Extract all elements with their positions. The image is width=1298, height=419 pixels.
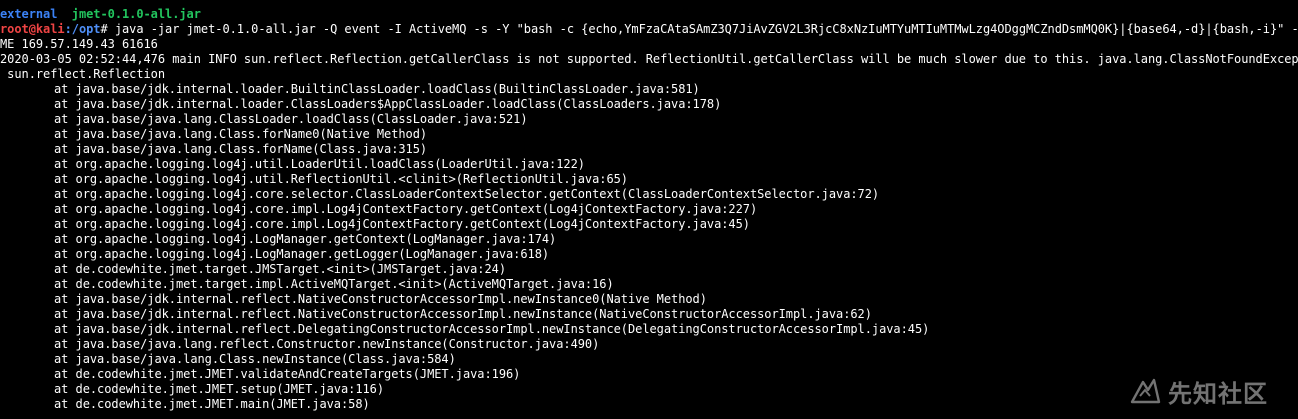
stack-frame-line: at java.base/java.lang.Class.newInstance…	[0, 352, 1298, 367]
command-text-wrap: ME 169.57.149.43 61616	[0, 37, 158, 51]
prompt-path: /opt	[71, 22, 101, 36]
stack-frame-line: at de.codewhite.jmet.target.JMSTarget.<i…	[0, 262, 1298, 277]
stack-frame-text: at java.base/java.lang.ClassLoader.loadC…	[54, 112, 528, 126]
jar-file-entry: jmet-0.1.0-all.jar	[71, 7, 201, 21]
stack-frame-text: at java.base/java.lang.reflect.Construct…	[54, 337, 600, 351]
watermark-text: 先知社区	[1168, 379, 1268, 408]
stack-frame-line: at java.base/java.lang.Class.forName0(Na…	[0, 127, 1298, 142]
stack-frame-line: at org.apache.logging.log4j.util.LoaderU…	[0, 157, 1298, 172]
watermark: 先知社区	[1128, 371, 1278, 411]
stack-frame-line: at java.base/java.lang.ClassLoader.loadC…	[0, 112, 1298, 127]
stack-frame-text: at org.apache.logging.log4j.util.LoaderU…	[54, 157, 585, 171]
stack-frame-text: at java.base/java.lang.Class.newInstance…	[54, 352, 456, 366]
command-text: java -jar jmet-0.1.0-all.jar -Q event -I…	[107, 22, 1298, 36]
stack-frame-line: at de.codewhite.jmet.JMET.validateAndCre…	[0, 367, 1298, 382]
stack-frame-text: at org.apache.logging.log4j.LogManager.g…	[54, 247, 550, 261]
stack-frame-text: at java.base/jdk.internal.reflect.Native…	[54, 307, 872, 321]
prompt-symbol: #	[100, 22, 108, 36]
stack-frame-line: at org.apache.logging.log4j.util.Reflect…	[0, 172, 1298, 187]
stack-frame-line: at java.base/jdk.internal.loader.ClassLo…	[0, 97, 1298, 112]
stack-frame-line: at de.codewhite.jmet.JMET.setup(JMET.jav…	[0, 382, 1298, 397]
stack-frame-text: at org.apache.logging.log4j.util.Reflect…	[54, 172, 628, 186]
stack-frame-text: at java.base/jdk.internal.reflect.Native…	[54, 292, 707, 306]
stack-frame-line: at de.codewhite.jmet.target.impl.ActiveM…	[0, 277, 1298, 292]
stack-frame-line: at org.apache.logging.log4j.LogManager.g…	[0, 232, 1298, 247]
stack-frame-text: at de.codewhite.jmet.JMET.main(JMET.java…	[54, 397, 370, 411]
stack-frame-text: at java.base/java.lang.Class.forName(Cla…	[54, 142, 428, 156]
stack-frame-text: at org.apache.logging.log4j.core.impl.Lo…	[54, 202, 758, 216]
stack-frame-line: at java.base/jdk.internal.loader.Builtin…	[0, 82, 1298, 97]
log-header-wrap-text: sun.reflect.Reflection	[0, 67, 166, 81]
prompt-user-host: root@kali	[0, 22, 65, 36]
log-header-wrap-line: sun.reflect.Reflection	[0, 67, 1298, 82]
prompt-separator: :	[64, 22, 72, 36]
stack-frame-text: at de.codewhite.jmet.JMET.setup(JMET.jav…	[54, 382, 385, 396]
stack-frame-text: at java.base/java.lang.Class.forName0(Na…	[54, 127, 428, 141]
stack-frame-text: at de.codewhite.jmet.target.JMSTarget.<i…	[54, 262, 507, 276]
stack-trace: at java.base/jdk.internal.loader.Builtin…	[0, 82, 1298, 412]
stack-frame-line: at java.base/java.lang.reflect.Construct…	[0, 337, 1298, 352]
stack-frame-text: at org.apache.logging.log4j.core.selecto…	[54, 187, 880, 201]
stack-frame-text: at org.apache.logging.log4j.core.impl.Lo…	[54, 217, 750, 231]
stack-frame-text: at java.base/jdk.internal.loader.Builtin…	[54, 82, 700, 96]
terminal-output: external jmet-0.1.0-all.jar root@kali:/o…	[0, 0, 1298, 419]
stack-frame-text: at de.codewhite.jmet.JMET.validateAndCre…	[54, 367, 521, 381]
log-header-line: 2020-03-05 02:52:44,476 main INFO sun.re…	[0, 52, 1298, 67]
stack-frame-line: at java.base/java.lang.Class.forName(Cla…	[0, 142, 1298, 157]
stack-frame-line: at org.apache.logging.log4j.core.impl.Lo…	[0, 202, 1298, 217]
stack-frame-text: at de.codewhite.jmet.target.impl.ActiveM…	[54, 277, 614, 291]
stack-frame-line: at java.base/jdk.internal.reflect.Delega…	[0, 322, 1298, 337]
stack-frame-line: at org.apache.logging.log4j.LogManager.g…	[0, 247, 1298, 262]
command-line: root@kali:/opt# java -jar jmet-0.1.0-all…	[0, 22, 1298, 37]
stack-frame-line: at de.codewhite.jmet.JMET.main(JMET.java…	[0, 397, 1298, 412]
log-header-text: 2020-03-05 02:52:44,476 main INFO sun.re…	[0, 52, 1298, 66]
stack-frame-text: at org.apache.logging.log4j.LogManager.g…	[54, 232, 557, 246]
stack-frame-line: at org.apache.logging.log4j.core.impl.Lo…	[0, 217, 1298, 232]
command-line-wrap: ME 169.57.149.43 61616	[0, 37, 1298, 52]
previous-prompt-cropped	[0, 0, 1298, 7]
stack-frame-line: at org.apache.logging.log4j.core.selecto…	[0, 187, 1298, 202]
stack-frame-text: at java.base/jdk.internal.reflect.Delega…	[54, 322, 930, 336]
stack-frame-text: at java.base/jdk.internal.loader.ClassLo…	[54, 97, 722, 111]
stack-frame-line: at java.base/jdk.internal.reflect.Native…	[0, 292, 1298, 307]
stack-frame-line: at java.base/jdk.internal.reflect.Native…	[0, 307, 1298, 322]
directory-entry: external	[0, 7, 58, 21]
ls-output-line: external jmet-0.1.0-all.jar	[0, 7, 1298, 22]
xianzhi-logo-icon	[1130, 378, 1161, 404]
